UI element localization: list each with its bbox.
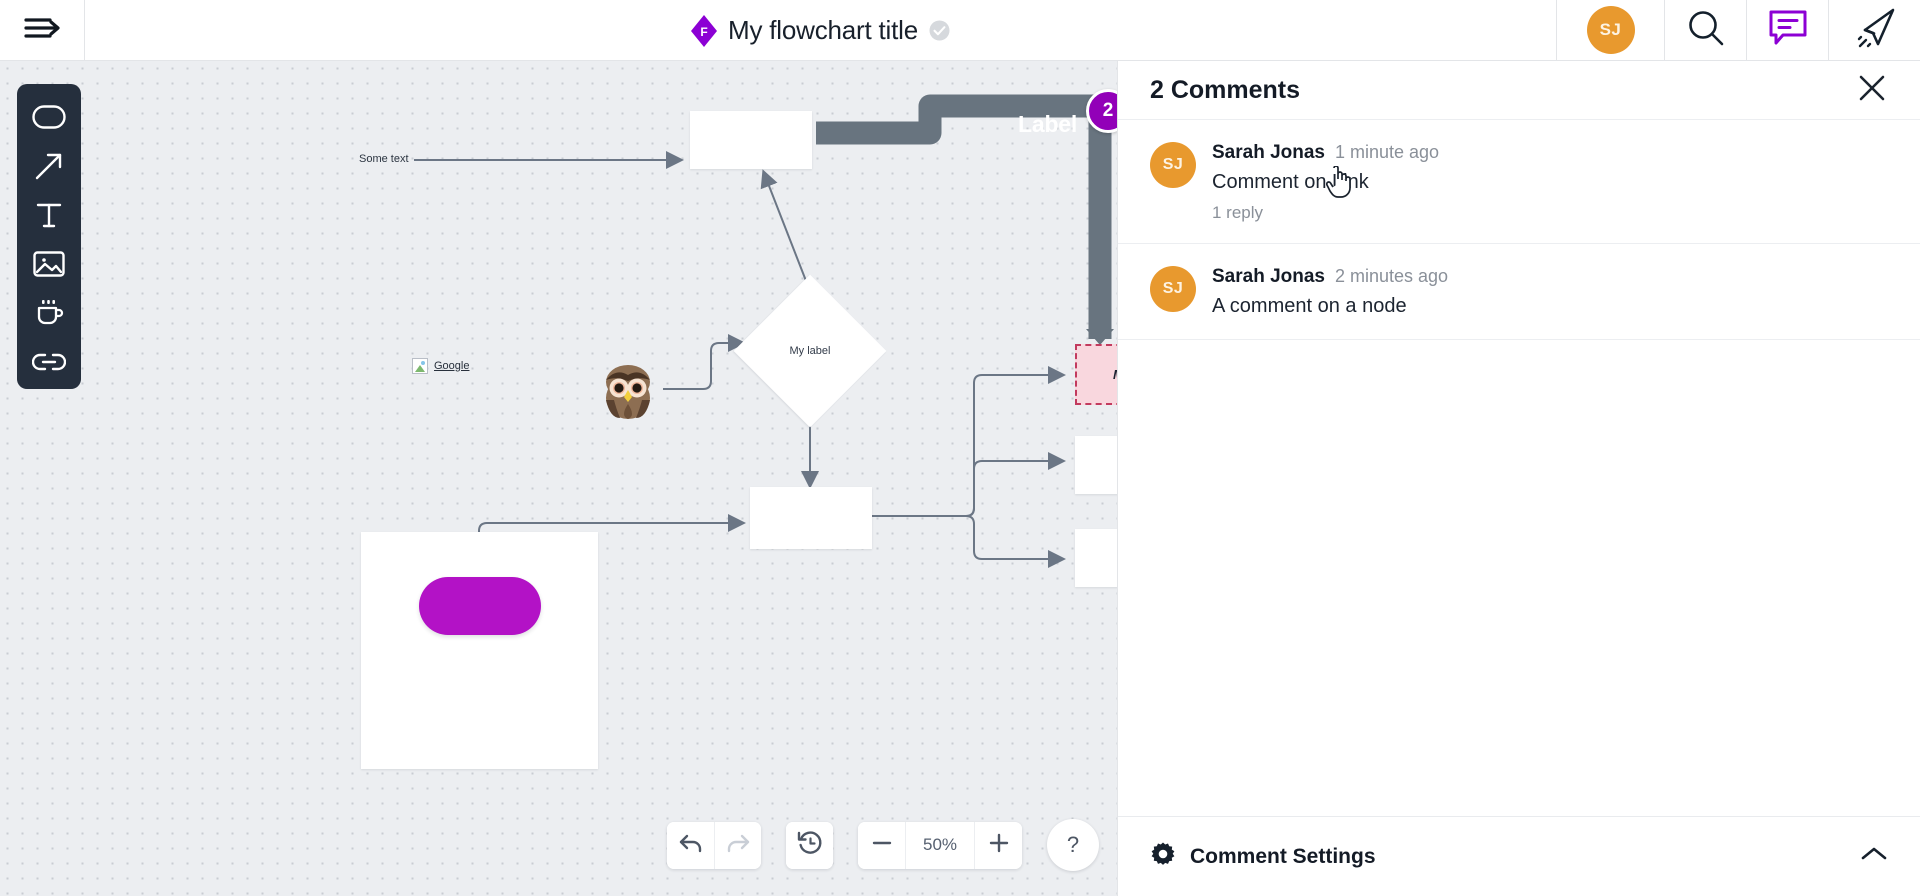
image-icon bbox=[33, 250, 65, 277]
node-top-label bbox=[690, 111, 812, 169]
edge-text-label[interactable]: Some text bbox=[359, 153, 409, 165]
comment-icon bbox=[1767, 8, 1809, 53]
zoom-out-button[interactable] bbox=[858, 821, 905, 869]
send-share-icon bbox=[1852, 6, 1898, 55]
search-icon bbox=[1685, 7, 1727, 54]
page-title[interactable]: My flowchart title bbox=[728, 15, 918, 46]
comment-meta: Sarah Jonas 2 minutes ago bbox=[1212, 266, 1888, 288]
node-right-2[interactable] bbox=[1075, 529, 1117, 587]
node-container-bottom[interactable] bbox=[361, 532, 598, 769]
comments-panel: 2 Comments SJ Sarah Jonas 1 minute ago C… bbox=[1117, 61, 1920, 896]
comments-panel-title: 2 Comments bbox=[1150, 75, 1301, 104]
redo-arrow-icon bbox=[726, 832, 750, 859]
arrow-icon bbox=[34, 151, 64, 181]
comment-timestamp: 2 minutes ago bbox=[1335, 266, 1449, 286]
saved-check-icon bbox=[929, 20, 950, 41]
tool-palette bbox=[17, 84, 81, 389]
arrow-tool[interactable] bbox=[17, 141, 81, 190]
redo-button[interactable] bbox=[714, 821, 761, 869]
version-history-button[interactable] bbox=[786, 821, 833, 869]
owl-image[interactable] bbox=[596, 356, 660, 420]
coffee-tool[interactable] bbox=[17, 288, 81, 337]
comments-list: SJ Sarah Jonas 1 minute ago Comment on L… bbox=[1118, 119, 1920, 816]
comment-body: Sarah Jonas 2 minutes ago A comment on a… bbox=[1212, 266, 1888, 319]
undo-arrow-icon bbox=[679, 832, 703, 859]
node-decision-label: My label bbox=[789, 345, 831, 357]
comment-meta: Sarah Jonas 1 minute ago bbox=[1212, 142, 1888, 164]
flowchart-canvas[interactable]: Some text Google My label Label 2 50% ? bbox=[0, 61, 1117, 896]
comment-item[interactable]: SJ Sarah Jonas 1 minute ago Comment on L… bbox=[1118, 120, 1920, 244]
shape-tool[interactable] bbox=[17, 92, 81, 141]
comment-author: Sarah Jonas bbox=[1212, 266, 1325, 287]
undo-redo-group bbox=[667, 821, 761, 869]
image-tool[interactable] bbox=[17, 239, 81, 288]
google-link-label: Google bbox=[434, 360, 470, 372]
node-middle[interactable] bbox=[750, 487, 872, 549]
canvas-bottom-controls: 50% ? bbox=[667, 819, 1099, 871]
comment-author: Sarah Jonas bbox=[1212, 142, 1325, 163]
node-pink-highlighted[interactable]: M bbox=[1075, 344, 1117, 405]
comment-settings-label: Comment Settings bbox=[1190, 844, 1376, 868]
minus-icon bbox=[871, 832, 893, 859]
close-x-icon bbox=[1857, 73, 1887, 108]
comment-reply-count[interactable]: 1 reply bbox=[1212, 203, 1888, 223]
node-top[interactable] bbox=[690, 111, 812, 169]
app-header: F My flowchart title SJ bbox=[0, 0, 1920, 61]
node-right-1[interactable] bbox=[1075, 436, 1117, 494]
node-middle-label bbox=[750, 487, 872, 549]
header-avatar-button[interactable]: SJ bbox=[1556, 0, 1664, 60]
search-button[interactable] bbox=[1664, 0, 1746, 60]
svg-text:F: F bbox=[700, 25, 707, 39]
zoom-group: 50% bbox=[858, 821, 1022, 869]
app-root: F My flowchart title SJ Some text Google… bbox=[0, 0, 1920, 896]
avatar: SJ bbox=[1150, 142, 1196, 188]
document-title-zone: F My flowchart title bbox=[85, 0, 1556, 60]
coffee-cup-icon bbox=[34, 298, 64, 328]
comment-text: A comment on a node bbox=[1212, 295, 1407, 317]
gear-icon bbox=[1150, 841, 1176, 872]
comment-item[interactable]: SJ Sarah Jonas 2 minutes ago A comment o… bbox=[1118, 244, 1920, 340]
close-panel-button[interactable] bbox=[1857, 73, 1887, 108]
avatar: SJ bbox=[1150, 266, 1196, 312]
comment-timestamp: 1 minute ago bbox=[1335, 142, 1440, 162]
history-group bbox=[786, 821, 833, 869]
undo-button[interactable] bbox=[667, 821, 714, 869]
plus-icon bbox=[988, 832, 1010, 859]
edge-label[interactable]: Label bbox=[1018, 111, 1077, 138]
zoom-in-button[interactable] bbox=[975, 821, 1022, 869]
header-actions: SJ bbox=[1556, 0, 1920, 60]
broken-image-icon bbox=[412, 358, 428, 374]
hamburger-menu-icon bbox=[24, 15, 60, 46]
google-image-link[interactable]: Google bbox=[412, 358, 469, 374]
link-chain-icon bbox=[32, 352, 66, 372]
share-button[interactable] bbox=[1828, 0, 1920, 60]
text-icon bbox=[35, 201, 63, 229]
edges-layer bbox=[414, 94, 1117, 721]
chevron-up-icon[interactable] bbox=[1860, 845, 1888, 868]
hamburger-menu-button[interactable] bbox=[0, 0, 85, 60]
rounded-rectangle-shape-icon bbox=[32, 104, 66, 129]
node-purple-pill[interactable] bbox=[419, 577, 541, 635]
text-tool[interactable] bbox=[17, 190, 81, 239]
zoom-level-value[interactable]: 50% bbox=[905, 821, 975, 869]
avatar: SJ bbox=[1586, 6, 1635, 54]
comment-body: Sarah Jonas 1 minute ago Comment on Link… bbox=[1212, 142, 1888, 223]
history-clock-icon bbox=[797, 830, 823, 861]
comment-settings-button[interactable]: Comment Settings bbox=[1118, 816, 1920, 896]
comment-text: Comment on Link bbox=[1212, 171, 1369, 193]
link-tool[interactable] bbox=[17, 337, 81, 386]
flowchart-logo-diamond-icon: F bbox=[690, 15, 717, 47]
comments-panel-header: 2 Comments bbox=[1118, 61, 1920, 119]
help-button[interactable]: ? bbox=[1047, 819, 1099, 871]
comments-toggle-button[interactable] bbox=[1746, 0, 1828, 60]
